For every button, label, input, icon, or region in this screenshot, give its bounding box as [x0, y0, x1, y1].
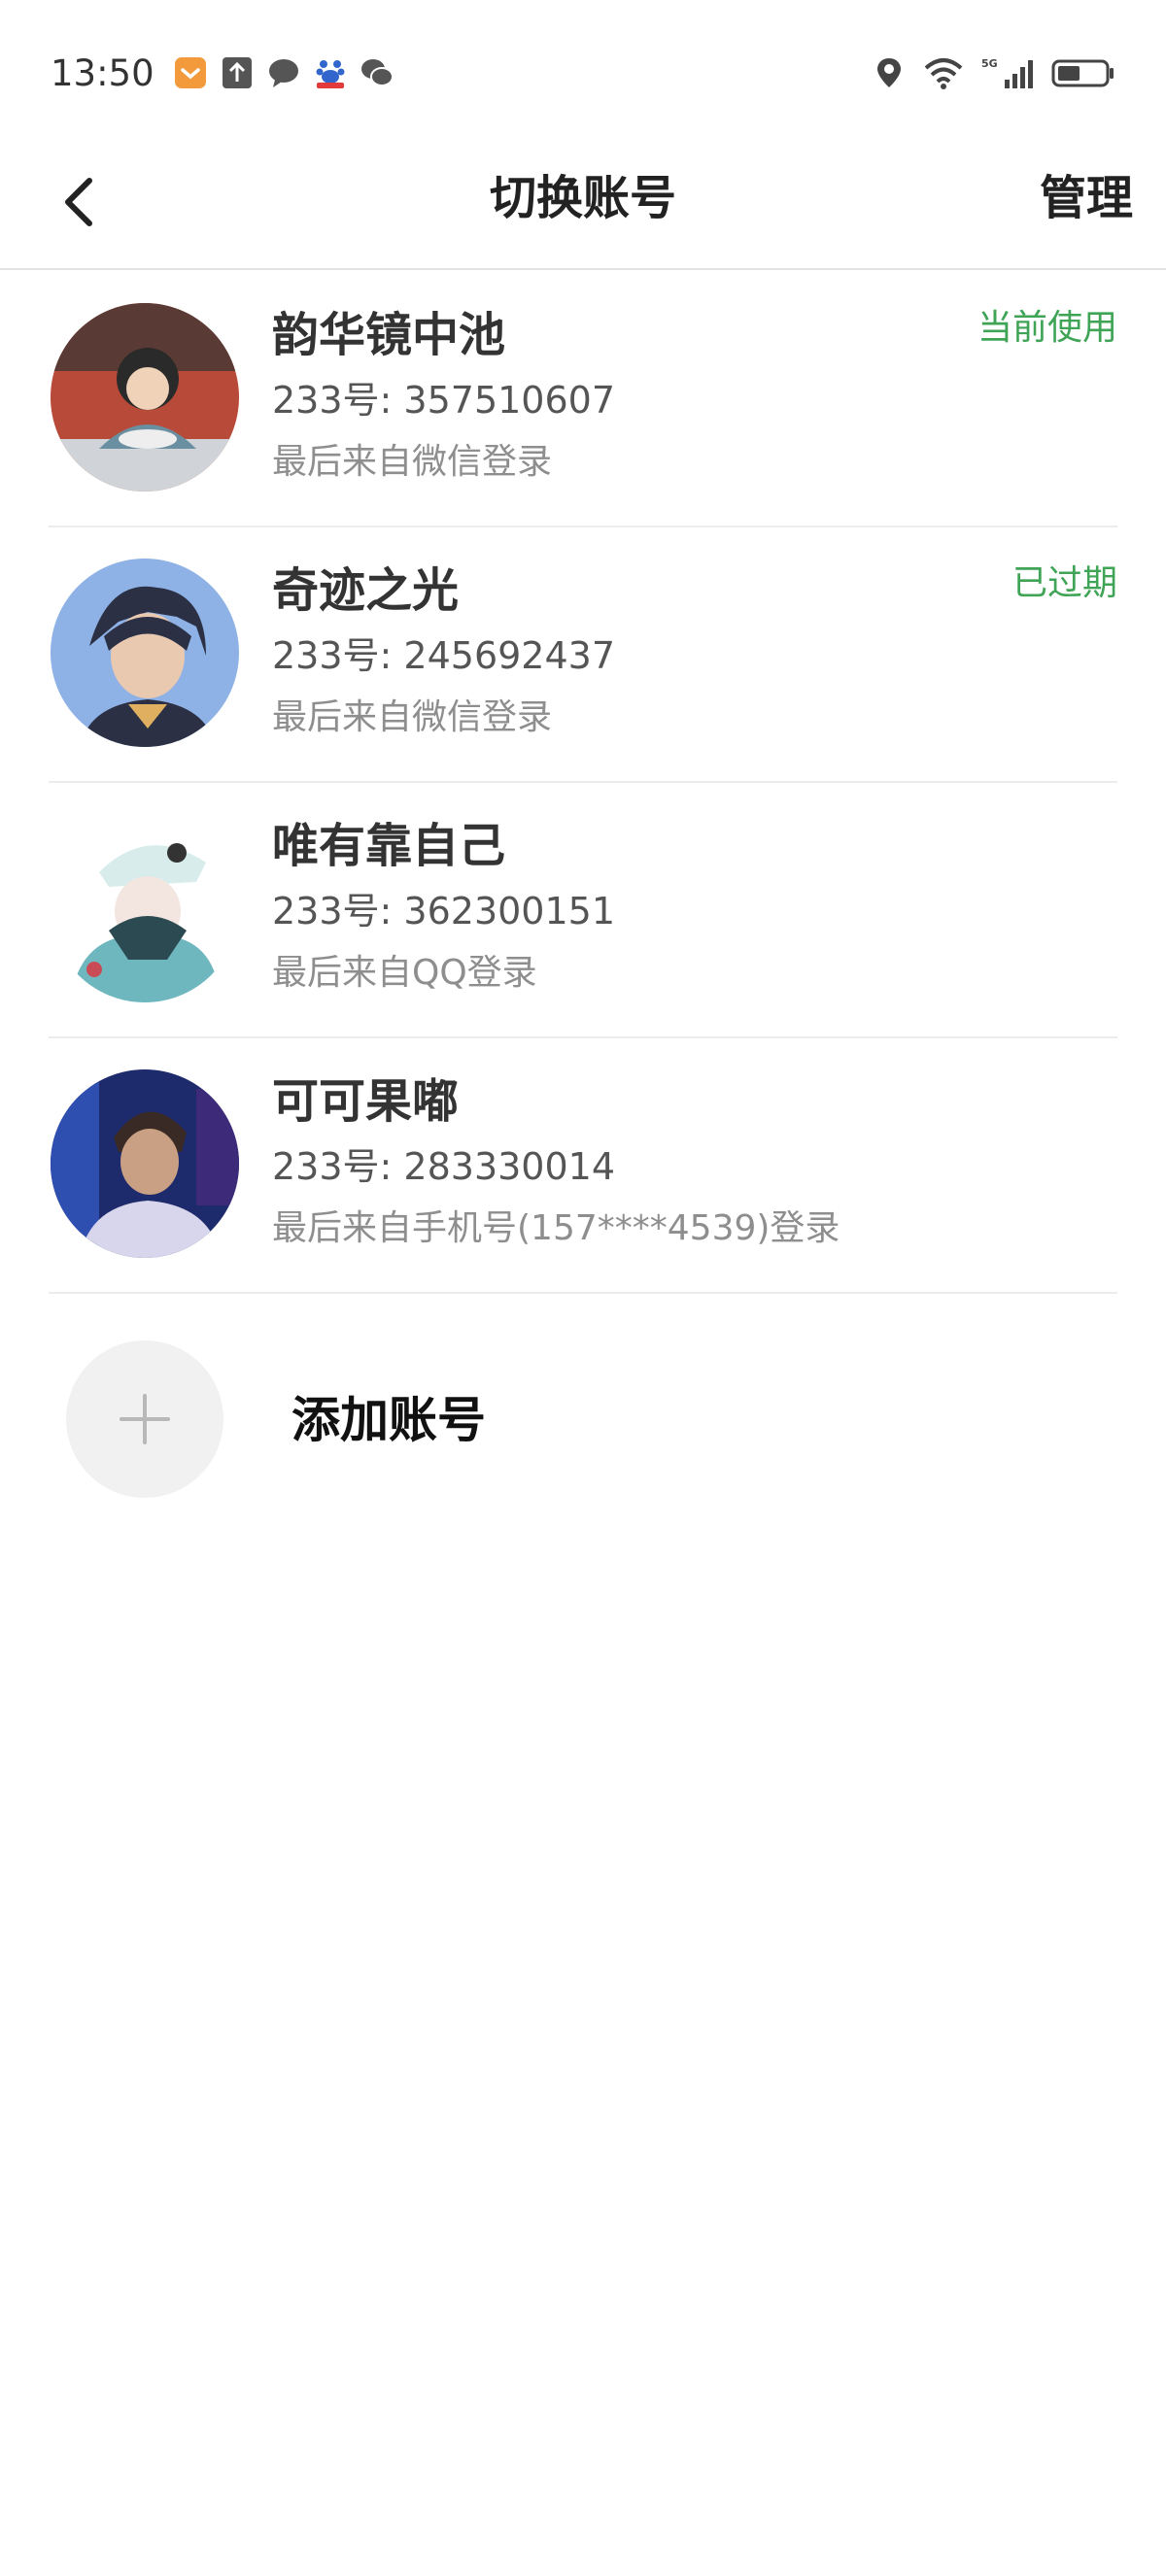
5g-signal-icon: 5G	[981, 56, 1034, 89]
status-badge: 当前使用	[977, 308, 1117, 348]
status-left: 13:50	[51, 52, 394, 94]
account-login-source: 最后来自QQ登录	[272, 953, 537, 993]
battery-icon	[1051, 56, 1115, 89]
account-item[interactable]: 韵华镜中池 233号: 357510607 最后来自微信登录 当前使用	[49, 272, 1117, 527]
account-id: 233号: 357510607	[272, 379, 616, 422]
account-item[interactable]: 奇迹之光 233号: 245692437 最后来自微信登录 已过期	[49, 527, 1117, 783]
location-icon	[873, 56, 906, 89]
add-account-label: 添加账号	[292, 1392, 486, 1448]
message-icon	[267, 56, 300, 89]
account-id: 233号: 362300151	[272, 890, 616, 932]
account-item[interactable]: 可可果嘟 233号: 283330014 最后来自手机号(157****4539…	[49, 1038, 1117, 1294]
app-notification-icon	[174, 56, 207, 89]
add-account-circle	[66, 1340, 223, 1498]
account-id: 233号: 245692437	[272, 634, 616, 677]
add-account-button[interactable]: 添加账号	[49, 1340, 729, 1506]
account-id: 233号: 283330014	[272, 1145, 616, 1188]
account-login-source: 最后来自微信登录	[272, 442, 553, 482]
status-bar: 13:50 5G	[0, 0, 1166, 146]
page-title: 切换账号	[489, 171, 676, 225]
upload-icon	[221, 56, 254, 89]
plus-icon	[120, 1394, 170, 1444]
avatar	[51, 303, 239, 491]
account-login-source: 最后来自微信登录	[272, 697, 553, 737]
avatar	[51, 1069, 239, 1258]
account-name: 韵华镜中池	[272, 308, 506, 362]
account-list: 韵华镜中池 233号: 357510607 最后来自微信登录 当前使用 奇迹之光…	[49, 272, 1117, 1294]
account-name: 奇迹之光	[272, 563, 460, 618]
account-item[interactable]: 唯有靠自己 233号: 362300151 最后来自QQ登录	[49, 783, 1117, 1038]
status-right: 5G	[873, 56, 1115, 89]
account-name: 唯有靠自己	[272, 819, 506, 873]
network-label: 5G	[981, 57, 998, 70]
wechat-icon	[360, 56, 394, 89]
avatar	[51, 559, 239, 747]
nav-bar: 切换账号 管理	[0, 146, 1166, 270]
account-login-source: 最后来自手机号(157****4539)登录	[272, 1208, 840, 1248]
baidu-icon	[314, 56, 347, 89]
account-name: 可可果嘟	[272, 1074, 460, 1129]
status-badge: 已过期	[1012, 563, 1117, 603]
avatar	[51, 814, 239, 1002]
manage-button[interactable]: 管理	[1040, 159, 1133, 237]
status-time: 13:50	[51, 51, 154, 94]
wifi-icon	[923, 56, 964, 89]
